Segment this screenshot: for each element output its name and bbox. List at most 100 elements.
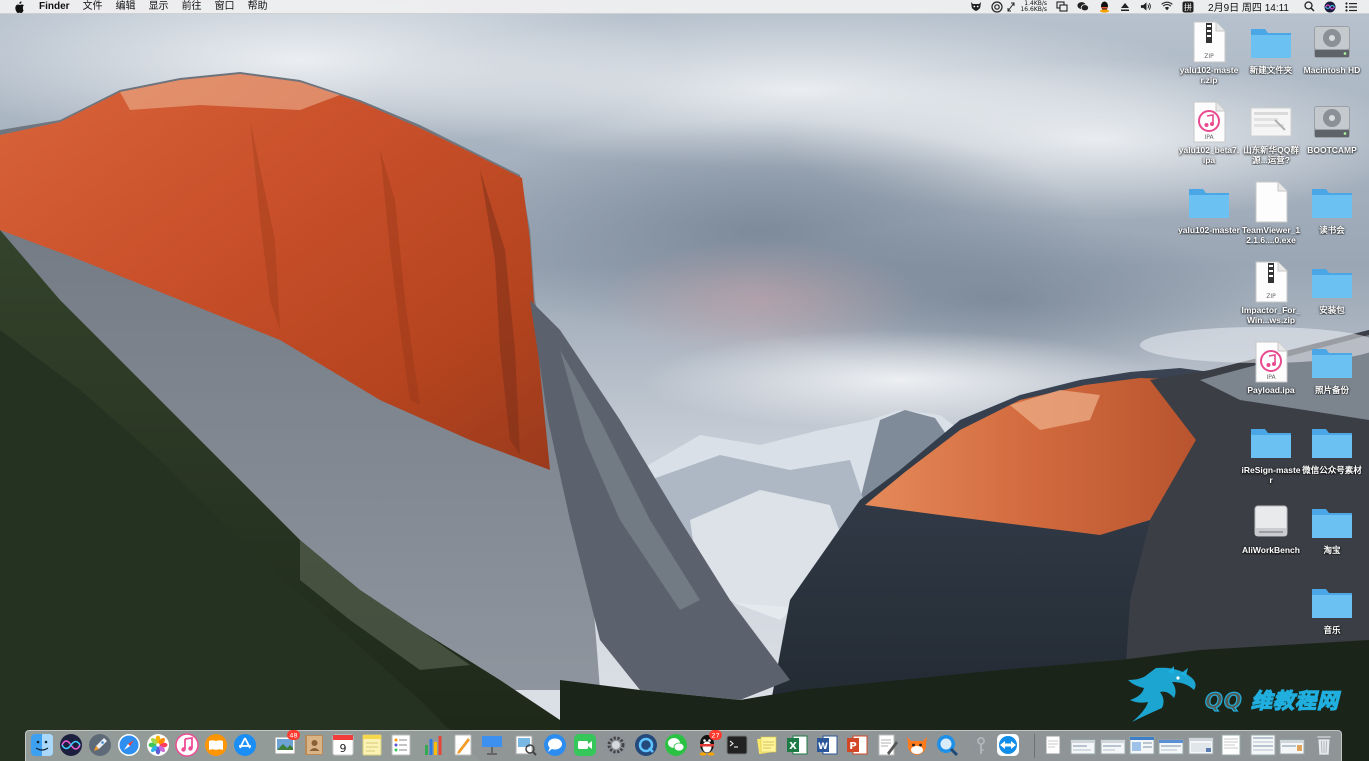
desktop-icon-impactor-zip[interactable]: ZIP Impactor_For_Win...ws.zip	[1240, 260, 1302, 325]
dock-word[interactable]: W	[815, 733, 839, 757]
dock-pages[interactable]	[451, 733, 475, 757]
dock-recent-window-5[interactable]	[1188, 733, 1214, 757]
dock-aliwangwang[interactable]	[905, 733, 929, 757]
dock-messages[interactable]	[543, 733, 567, 757]
display-icon[interactable]	[1056, 1, 1068, 13]
dock-facetime[interactable]	[573, 733, 597, 757]
desktop-icon-taobao[interactable]: 淘宝	[1301, 500, 1363, 555]
hard-drive-icon	[1310, 100, 1354, 144]
dock-photos[interactable]	[146, 733, 170, 757]
pen-icon	[454, 734, 472, 756]
wechat-icon[interactable]	[1077, 1, 1089, 13]
teamviewer-icon	[997, 734, 1019, 756]
volume-icon[interactable]	[1140, 1, 1152, 13]
wifi-icon[interactable]	[1161, 1, 1173, 13]
dock-finder[interactable]	[30, 733, 54, 757]
powerpoint-icon: P	[847, 735, 868, 755]
dock-recent-window-6[interactable]	[1220, 733, 1242, 757]
desktop-icon-wechat-materials[interactable]: 微信公众号素材	[1301, 420, 1363, 475]
dock-numbers[interactable]	[422, 733, 446, 757]
dock-qq-browser[interactable]	[634, 733, 658, 757]
menu-file[interactable]: 文件	[83, 0, 103, 14]
calendar-day: 9	[340, 742, 347, 755]
menu-app-finder[interactable]: Finder	[39, 0, 70, 14]
desktop-icon-photo-backup[interactable]: 照片备份	[1301, 340, 1363, 395]
scan-icon[interactable]	[991, 0, 1004, 13]
dock-recent-window-2[interactable]	[1100, 733, 1126, 757]
dock-quicktime[interactable]	[935, 733, 959, 757]
desktop-icon-bootcamp[interactable]: BOOTCAMP	[1301, 100, 1363, 155]
dock-app-store[interactable]	[233, 733, 257, 757]
desktop-icon-aliworkbench[interactable]: AliWorkBench	[1240, 500, 1302, 555]
desktop-icon-qq-group-screenshot[interactable]: 山东新华QQ群源...运营?	[1240, 100, 1302, 165]
apple-menu-icon[interactable]	[13, 0, 25, 13]
desktop-icon-payload-ipa[interactable]: IPA Payload.ipa	[1240, 340, 1302, 395]
input-method-icon[interactable]: 拼	[1182, 1, 1194, 13]
menu-clock[interactable]: 2月9日 周四 14:11	[1208, 0, 1289, 14]
desktop-icon-new-folder[interactable]: 新建文件夹	[1240, 20, 1302, 75]
menu-view[interactable]: 显示	[149, 0, 169, 14]
folder-icon	[1310, 260, 1354, 304]
dock-recent-window-7[interactable]	[1250, 733, 1276, 757]
desktop-icon-yalu102-ipa[interactable]: IPA yalu102_beta7.ipa	[1178, 100, 1240, 165]
eject-icon[interactable]	[1119, 1, 1131, 13]
dock-excel[interactable]: X	[785, 733, 809, 757]
qq-icon[interactable]	[1098, 1, 1110, 13]
dock-wechat[interactable]	[664, 733, 688, 757]
desktop-icon-iresign-master[interactable]: iReSign-master	[1240, 420, 1302, 485]
cow-icon[interactable]	[970, 1, 982, 13]
dock-powerpoint[interactable]: P	[845, 733, 869, 757]
dock-preview[interactable]	[513, 733, 537, 757]
desktop-icon-yalu102-master[interactable]: yalu102-master	[1178, 180, 1240, 235]
desktop-icon-label: iReSign-master	[1241, 465, 1301, 485]
dock-qq[interactable]: 27	[695, 730, 722, 757]
desktop-icon-installers[interactable]: 安装包	[1301, 260, 1363, 315]
dock-siri[interactable]	[59, 733, 83, 757]
desktop-icon-teamviewer-exe[interactable]: TeamViewer_12.1.6....0.exe	[1240, 180, 1302, 245]
compass-icon	[118, 734, 140, 756]
dock-system-preferences[interactable]	[604, 733, 628, 757]
menu-edit[interactable]: 编辑	[116, 0, 136, 14]
dock-recent-window-3[interactable]	[1129, 733, 1155, 757]
search-icon[interactable]	[1303, 1, 1315, 13]
dock-recent-window-8[interactable]	[1279, 733, 1305, 757]
desktop-icon-music[interactable]: 音乐	[1301, 580, 1363, 635]
dock-keynote[interactable]	[480, 733, 504, 757]
video-camera-icon	[574, 734, 596, 756]
dock-itunes[interactable]	[175, 733, 199, 757]
ipa-badge-text: IPA	[1204, 134, 1214, 141]
excel-icon: X	[787, 735, 808, 755]
dock-notes[interactable]	[360, 733, 384, 757]
desktop-icon-macintosh-hd[interactable]: Macintosh HD	[1301, 20, 1363, 75]
dock-keychain[interactable]	[965, 733, 989, 757]
menu-window[interactable]: 窗口	[215, 0, 235, 14]
siri-icon[interactable]	[1324, 1, 1336, 13]
dock-contacts[interactable]	[302, 733, 326, 757]
dock-stickies[interactable]	[755, 733, 779, 757]
dock-documents-folder[interactable]	[1041, 733, 1065, 757]
desktop-icon-yalu102-zip[interactable]: ZIP yalu102-master.zip	[1178, 20, 1240, 85]
dock-recent-window-4[interactable]	[1158, 733, 1184, 757]
word-icon: W	[817, 735, 838, 755]
dock-launchpad[interactable]	[88, 733, 112, 757]
dock-trash[interactable]	[1312, 733, 1336, 757]
dock-terminal[interactable]	[725, 733, 749, 757]
desktop-icon-reading-club[interactable]: 读书会	[1301, 180, 1363, 235]
zip-badge-text: ZIP	[1204, 53, 1214, 60]
dock-reminders[interactable]	[389, 733, 413, 757]
dock-preview-photos[interactable]: 48	[273, 730, 300, 757]
wechat-icon	[665, 734, 687, 756]
resize-icon[interactable]	[1007, 1, 1015, 13]
menu-go[interactable]: 前往	[182, 0, 202, 14]
dock-safari[interactable]	[117, 733, 141, 757]
dock-teamviewer[interactable]	[996, 733, 1020, 757]
menu-help[interactable]: 帮助	[248, 0, 268, 14]
notification-list-icon[interactable]	[1345, 1, 1357, 13]
dock-recent-window-1[interactable]	[1070, 733, 1096, 757]
badge-count: 48	[289, 732, 297, 740]
window-thumbnail-icon	[1221, 734, 1241, 756]
dock-textedit[interactable]	[875, 733, 899, 757]
dock-ibooks[interactable]	[204, 733, 228, 757]
folder-icon	[1310, 580, 1354, 624]
dock-calendar[interactable]: 9	[331, 733, 355, 757]
